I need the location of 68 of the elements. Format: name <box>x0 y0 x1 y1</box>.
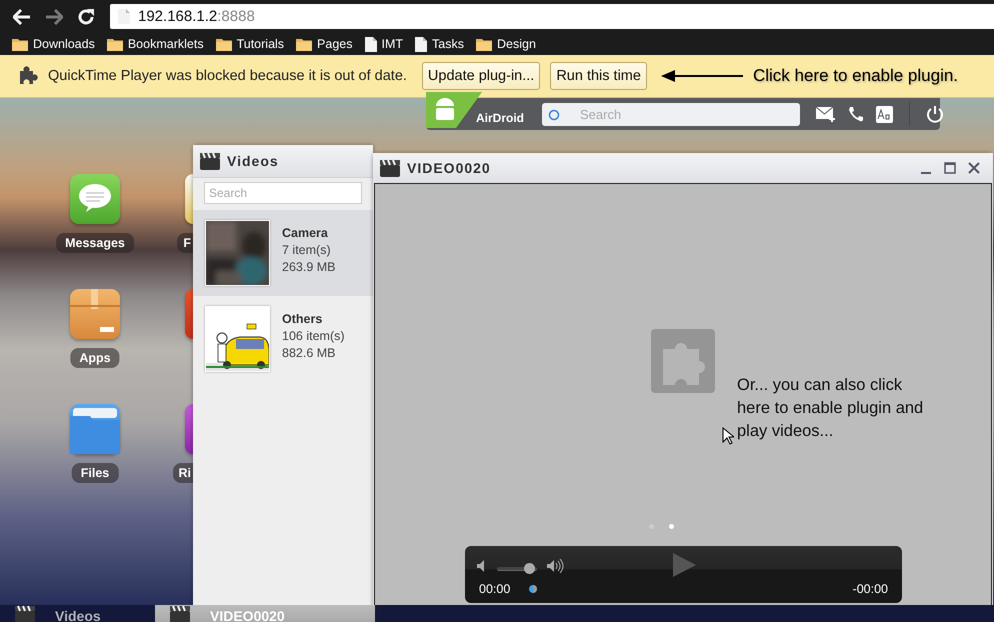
power-icon[interactable] <box>926 105 944 123</box>
progress-handle-icon[interactable] <box>529 585 537 593</box>
blocked-message: QuickTime Player was blocked because it is out of date. <box>48 68 407 84</box>
phone-icon[interactable] <box>848 106 864 122</box>
icon-label[interactable]: Ri <box>172 463 193 483</box>
annotation-text: Or... you can also click here to enable plugin and play videos... <box>737 375 924 442</box>
mail-icon[interactable] <box>816 106 836 122</box>
folder-size: 882.6 MB <box>282 345 337 362</box>
folder-icon <box>216 37 232 51</box>
arrow-icon <box>660 70 743 82</box>
bookmark[interactable]: IMT <box>364 36 404 52</box>
clapperboard-icon <box>170 605 190 622</box>
page-icon <box>118 9 130 24</box>
app-icon[interactable] <box>185 174 193 224</box>
volume-thumb[interactable] <box>524 563 535 574</box>
cursor-icon <box>722 427 734 445</box>
logo-text: AirDroid <box>476 111 524 125</box>
clapperboard-icon <box>15 605 35 622</box>
icon-label[interactable]: Files <box>72 463 118 483</box>
plugin-button[interactable]: Update plug-in... <box>422 62 540 90</box>
url-text: 192.168.1.2:8888 <box>138 8 255 25</box>
icon-label[interactable]: Messages <box>56 233 134 253</box>
icon-label[interactable]: Apps <box>70 348 120 368</box>
plugin-button[interactable]: Run this time <box>550 62 647 90</box>
search-field[interactable]: Search <box>542 102 800 126</box>
play-button[interactable] <box>672 553 696 577</box>
address-bar[interactable]: 192.168.1.2:8888 <box>110 4 994 29</box>
speech-bubble-icon[interactable] <box>70 174 120 224</box>
folder-icon[interactable] <box>70 404 120 454</box>
item-count: 7 item(s) <box>282 242 332 259</box>
page-dot[interactable] <box>669 524 674 529</box>
video-folder-item[interactable]: Camera 7 item(s) 263.9 MB <box>193 210 373 296</box>
search-icon <box>548 108 560 120</box>
volume-high-icon[interactable] <box>547 559 564 573</box>
clapperboard-icon <box>380 159 400 177</box>
volume-low-icon[interactable] <box>477 560 487 572</box>
font-icon[interactable] <box>876 106 893 122</box>
window-title: VIDEO0020 <box>407 160 491 176</box>
window-title: Videos <box>227 153 279 169</box>
bookmark[interactable]: Design <box>476 37 536 51</box>
package-icon[interactable] <box>70 289 120 339</box>
bookmark[interactable]: Pages <box>296 37 352 51</box>
bookmark[interactable]: Downloads <box>12 37 95 51</box>
item-count: 106 item(s) <box>282 328 345 345</box>
remaining-time: -00:00 <box>852 582 888 596</box>
folder-name: Camera <box>282 225 329 242</box>
bookmark[interactable]: Tutorials <box>216 37 284 51</box>
taskbar-tab[interactable]: Videos <box>0 605 155 622</box>
video-folder-item[interactable]: Others 106 item(s) 882.6 MB <box>193 296 373 382</box>
folder-name: Others <box>282 311 324 328</box>
page-icon <box>415 36 428 52</box>
close-button[interactable] <box>967 161 981 175</box>
clapperboard-icon <box>200 152 220 170</box>
maximize-button[interactable] <box>943 161 957 175</box>
elapsed-time: 00:00 <box>479 582 510 596</box>
app-icon[interactable] <box>185 404 193 454</box>
folder-icon <box>12 37 28 51</box>
bookmark[interactable]: Tasks <box>415 36 464 52</box>
folder-icon <box>296 37 312 51</box>
search-field[interactable]: Search <box>204 182 362 204</box>
folder-icon <box>476 37 492 51</box>
folder-icon <box>106 37 123 51</box>
puzzle-icon <box>18 66 38 86</box>
folder-size: 263.9 MB <box>282 259 336 276</box>
page-icon <box>364 36 376 52</box>
bookmark[interactable]: Bookmarklets <box>106 37 204 51</box>
annotation-text: Click here to enable plugin. <box>752 66 958 86</box>
icon-label[interactable]: F <box>177 233 193 253</box>
